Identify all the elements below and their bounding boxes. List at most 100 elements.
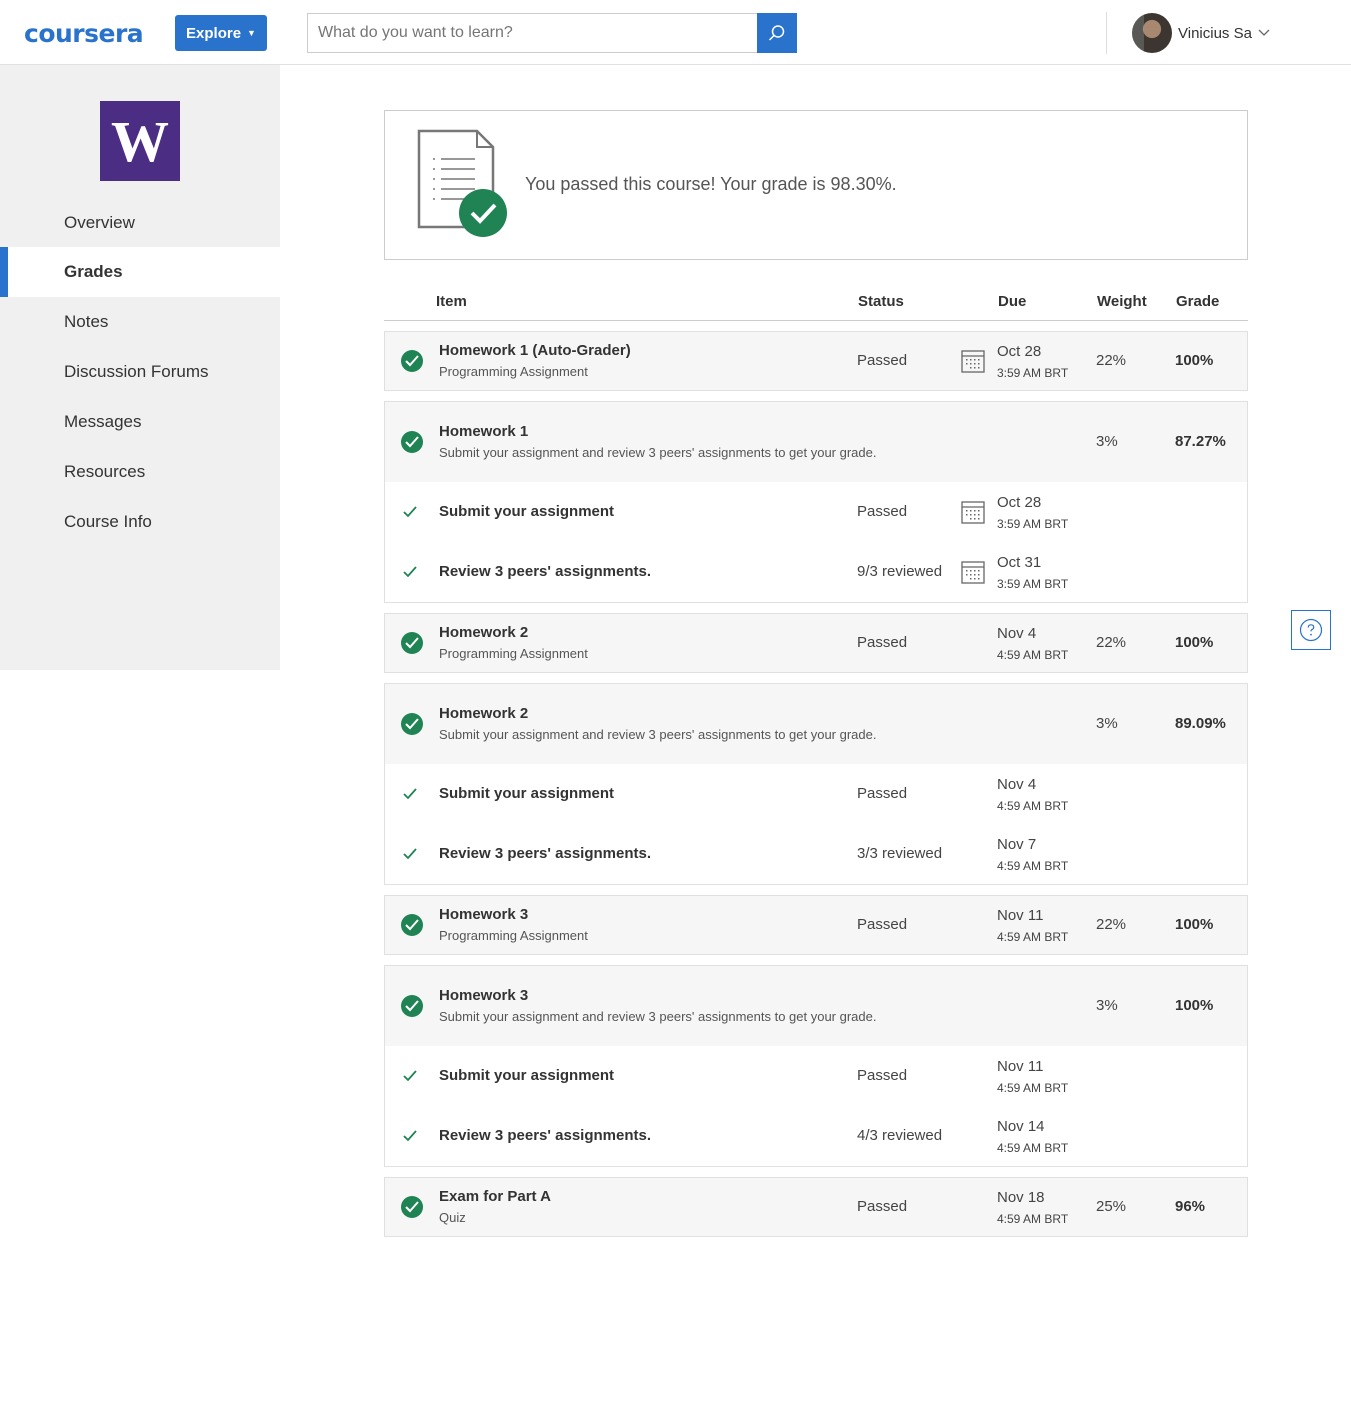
search-input[interactable] [307, 13, 757, 53]
subitem-status: Passed [857, 503, 908, 520]
item-title[interactable]: Homework 3 [439, 987, 528, 1004]
due-date: Oct 31 [997, 554, 1042, 571]
item-grade: 100% [1175, 916, 1214, 933]
coursera-logo[interactable]: coursera [24, 19, 144, 48]
search-button[interactable] [757, 13, 797, 53]
table-row[interactable]: Homework 2 Submit your assignment and re… [385, 684, 1247, 764]
question-mark-icon [1299, 618, 1323, 642]
table-subrow[interactable]: Submit your assignment Passed Nov 4 4:59… [385, 764, 1247, 824]
check-circle-icon [401, 350, 423, 372]
column-header-item: Item [436, 293, 467, 310]
item-weight: 22% [1096, 916, 1127, 933]
item-weight: 3% [1096, 997, 1118, 1014]
table-subrow[interactable]: Review 3 peers' assignments. 3/3 reviewe… [385, 824, 1247, 884]
subitem-title[interactable]: Submit your assignment [439, 1067, 614, 1084]
item-grade: 89.09% [1175, 715, 1226, 732]
table-row[interactable]: Homework 3 Programming Assignment Passed… [385, 896, 1247, 954]
check-circle-icon [401, 713, 423, 735]
grade-row-group: Homework 1 (Auto-Grader) Programming Ass… [384, 331, 1248, 391]
check-circle-icon [401, 632, 423, 654]
table-row[interactable]: Homework 1 (Auto-Grader) Programming Ass… [385, 332, 1247, 390]
calendar-icon [961, 561, 985, 584]
grade-row-group: Exam for Part A Quiz Passed Nov 18 4:59 … [384, 1177, 1248, 1237]
item-weight: 22% [1096, 352, 1127, 369]
sidebar-item-messages[interactable]: Messages [0, 397, 280, 447]
item-type: Programming Assignment [439, 646, 588, 661]
item-type: Quiz [439, 1210, 466, 1225]
due-date: Oct 28 [997, 343, 1042, 360]
grade-row-group: Homework 1 Submit your assignment and re… [384, 401, 1248, 603]
avatar [1132, 13, 1172, 53]
item-description: Submit your assignment and review 3 peer… [439, 727, 877, 742]
item-title[interactable]: Exam for Part A [439, 1188, 551, 1205]
item-weight: 22% [1096, 634, 1127, 651]
item-title[interactable]: Homework 2 [439, 624, 528, 641]
sidebar-item-overview[interactable]: Overview [0, 198, 280, 248]
chevron-down-icon [1258, 29, 1270, 36]
item-grade: 100% [1175, 352, 1214, 369]
item-description: Submit your assignment and review 3 peer… [439, 1009, 877, 1024]
checkmark-icon [403, 788, 417, 800]
table-row[interactable]: Homework 3 Submit your assignment and re… [385, 966, 1247, 1046]
subitem-status: 9/3 reviewed [857, 563, 943, 580]
table-subrow[interactable]: Review 3 peers' assignments. 9/3 reviewe… [385, 542, 1247, 602]
subitem-status: 4/3 reviewed [857, 1127, 943, 1144]
item-grade: 100% [1175, 997, 1214, 1014]
table-subrow[interactable]: Submit your assignment Passed Oct 28 3:5… [385, 482, 1247, 542]
table-subrow[interactable]: Review 3 peers' assignments. 4/3 reviewe… [385, 1106, 1247, 1166]
item-title[interactable]: Homework 3 [439, 906, 528, 923]
item-title[interactable]: Homework 1 [439, 423, 528, 440]
subitem-status: Passed [857, 785, 908, 802]
sidebar-item-resources[interactable]: Resources [0, 447, 280, 497]
due-time: 3:59 AM BRT [997, 517, 1069, 531]
subitem-title[interactable]: Review 3 peers' assignments. [439, 1127, 651, 1144]
help-button[interactable] [1291, 610, 1331, 650]
top-header: coursera Explore ▼ Vinicius Sa [0, 0, 1351, 65]
table-row[interactable]: Homework 2 Programming Assignment Passed… [385, 614, 1247, 672]
user-name: Vinicius Sa [1178, 24, 1252, 42]
due-date: Nov 7 [997, 836, 1037, 853]
item-title[interactable]: Homework 2 [439, 705, 528, 722]
check-circle-icon [401, 1196, 423, 1218]
explore-button[interactable]: Explore ▼ [175, 15, 267, 51]
user-menu[interactable]: Vinicius Sa [1132, 13, 1270, 53]
subitem-title[interactable]: Review 3 peers' assignments. [439, 563, 651, 580]
subitem-title[interactable]: Submit your assignment [439, 785, 614, 802]
header-divider [1106, 12, 1107, 54]
column-header-grade: Grade [1176, 293, 1220, 310]
calendar-icon [961, 350, 985, 373]
subitem-title[interactable]: Review 3 peers' assignments. [439, 845, 651, 862]
item-grade: 87.27% [1175, 433, 1226, 450]
checkmark-icon [403, 566, 417, 578]
item-status: Passed [857, 916, 908, 933]
due-date: Oct 28 [997, 494, 1042, 511]
grade-row-group: Homework 2 Programming Assignment Passed… [384, 613, 1248, 673]
sidebar-item-discussion-forums[interactable]: Discussion Forums [0, 347, 280, 397]
subitem-title[interactable]: Submit your assignment [439, 503, 614, 520]
grade-row-group: Homework 2 Submit your assignment and re… [384, 683, 1248, 885]
due-time: 4:59 AM BRT [997, 648, 1069, 662]
due-time: 3:59 AM BRT [997, 577, 1069, 591]
due-time: 3:59 AM BRT [997, 366, 1069, 380]
grade-row-group: Homework 3 Submit your assignment and re… [384, 965, 1248, 1167]
sidebar-item-grades[interactable]: Grades [0, 247, 280, 297]
sidebar-item-course-info[interactable]: Course Info [0, 497, 280, 547]
due-time: 4:59 AM BRT [997, 930, 1069, 944]
column-header-status: Status [858, 293, 904, 310]
due-time: 4:59 AM BRT [997, 1141, 1069, 1155]
subitem-status: Passed [857, 1067, 908, 1084]
item-weight: 3% [1096, 433, 1118, 450]
due-date: Nov 4 [997, 776, 1037, 793]
table-row[interactable]: Homework 1 Submit your assignment and re… [385, 402, 1247, 482]
item-status: Passed [857, 634, 908, 651]
table-row[interactable]: Exam for Part A Quiz Passed Nov 18 4:59 … [385, 1178, 1247, 1236]
sidebar: W Overview Grades Notes Discussion Forum… [0, 65, 280, 670]
item-title[interactable]: Homework 1 (Auto-Grader) [439, 342, 631, 359]
search-icon [768, 25, 785, 41]
due-date: Nov 4 [997, 625, 1037, 642]
sidebar-item-notes[interactable]: Notes [0, 297, 280, 347]
course-passed-banner: You passed this course! Your grade is 98… [384, 110, 1248, 260]
table-subrow[interactable]: Submit your assignment Passed Nov 11 4:5… [385, 1046, 1247, 1106]
item-weight: 3% [1096, 715, 1118, 732]
university-logo[interactable]: W [100, 101, 180, 181]
